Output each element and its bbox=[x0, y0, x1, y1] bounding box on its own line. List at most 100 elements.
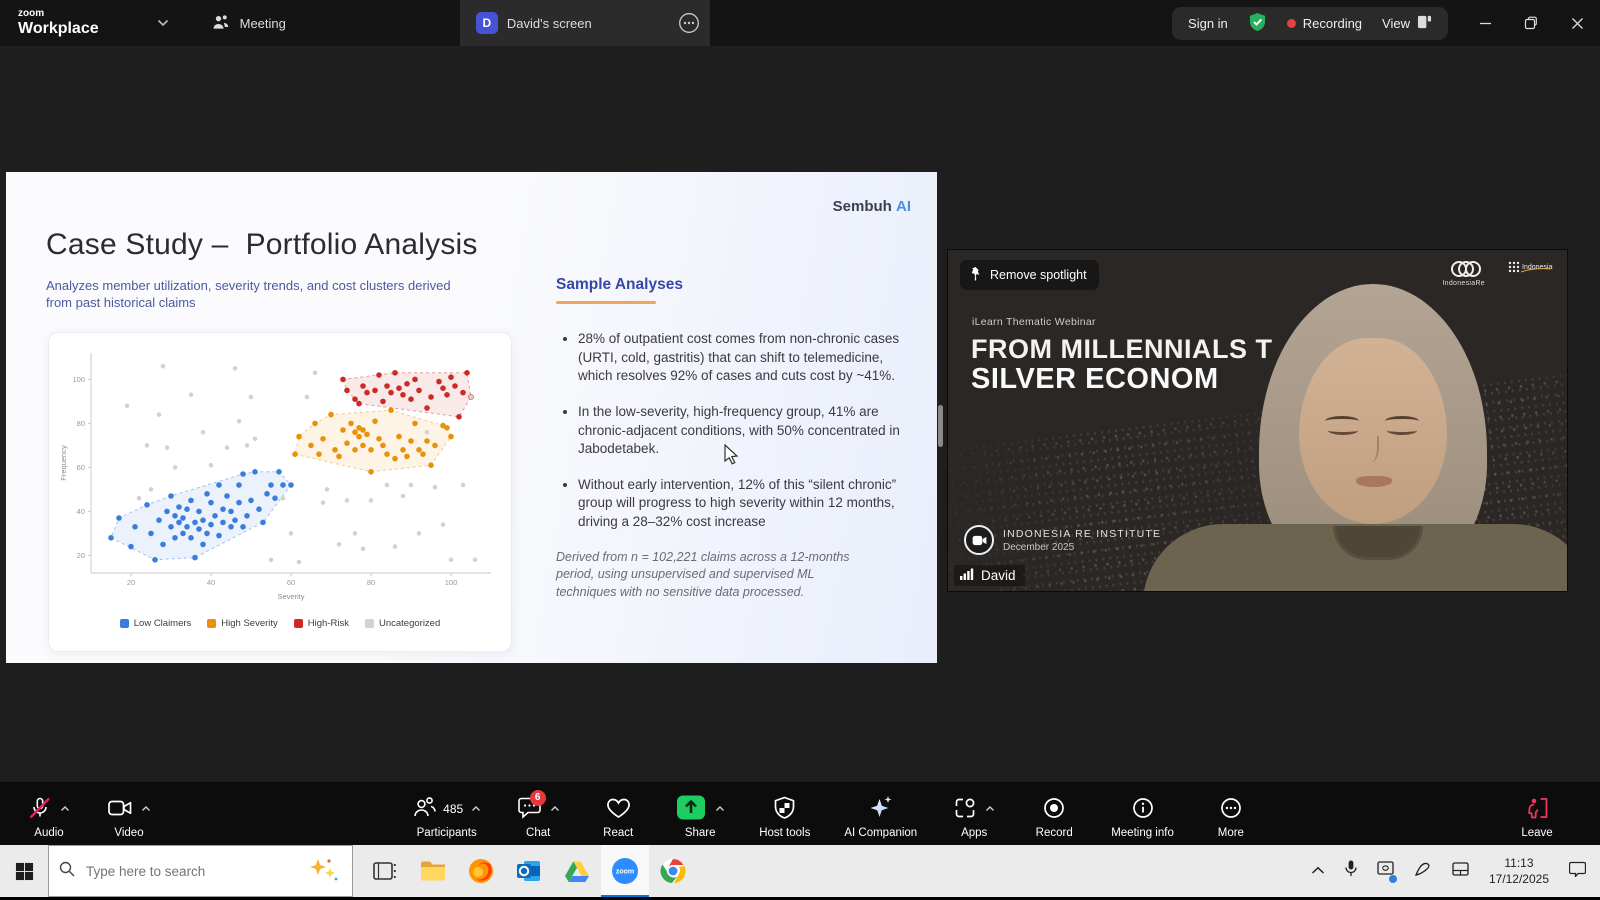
toolbar-audio-button[interactable]: Audio bbox=[26, 789, 72, 839]
person-eye bbox=[1328, 426, 1358, 435]
toolbar-chat-button[interactable]: 6 Chat bbox=[515, 789, 561, 839]
tab-options-ellipsis-icon[interactable] bbox=[678, 12, 700, 37]
svg-text:Severity: Severity bbox=[277, 592, 304, 601]
windows-taskbar: zoom 11:13 17/12/2025 bbox=[0, 845, 1600, 897]
taskbar-search[interactable] bbox=[48, 845, 353, 897]
apps-label: Apps bbox=[961, 826, 988, 839]
toolbar-react-button[interactable]: React bbox=[595, 789, 641, 839]
sembuh-ai-logo: Sembuh AI bbox=[833, 198, 911, 215]
legend-item: High-Risk bbox=[293, 618, 349, 629]
sign-in-button[interactable]: Sign in bbox=[1188, 16, 1228, 31]
svg-text:40: 40 bbox=[77, 507, 85, 516]
apps-chevron-up-icon[interactable] bbox=[985, 805, 995, 813]
legend-label: Low Claimers bbox=[133, 618, 192, 629]
sample-bullet: Without early intervention, 12% of this … bbox=[578, 476, 901, 532]
action-center-icon[interactable] bbox=[1568, 861, 1587, 882]
toolbar-share-button[interactable]: Share bbox=[675, 789, 725, 839]
apps-icon bbox=[953, 796, 977, 823]
camera-badge-icon bbox=[964, 525, 994, 555]
indonesia-re-logo: IndonesiaRe bbox=[1442, 260, 1485, 287]
remove-spotlight-label: Remove spotlight bbox=[990, 268, 1087, 282]
zoom-taskbar-icon[interactable]: zoom bbox=[601, 845, 649, 897]
toolbar-record-button[interactable]: Record bbox=[1031, 789, 1077, 839]
leave-label: Leave bbox=[1521, 826, 1553, 839]
toolbar-apps-button[interactable]: Apps bbox=[951, 789, 997, 839]
tray-screenshare-icon[interactable] bbox=[1377, 861, 1397, 883]
tray-microphone-icon[interactable] bbox=[1345, 860, 1357, 882]
recording-dot-icon bbox=[1286, 18, 1296, 28]
meeting-info-icon bbox=[1131, 796, 1155, 823]
shared-screen-slide: Sembuh AI Case Study – Portfolio Analysi… bbox=[6, 172, 937, 663]
tray-touchpad-icon[interactable] bbox=[1452, 861, 1469, 881]
person-nose bbox=[1367, 436, 1379, 462]
host-tools-icon bbox=[773, 796, 796, 823]
audio-chevron-up-icon[interactable] bbox=[60, 805, 70, 813]
person-brow bbox=[1325, 416, 1359, 426]
toolbar-meeting-info-button[interactable]: Meeting info bbox=[1111, 789, 1174, 839]
participants-icon bbox=[412, 796, 437, 822]
search-highlights-sparkle-icon[interactable] bbox=[302, 856, 342, 887]
video-chevron-up-icon[interactable] bbox=[141, 805, 151, 813]
slide-footnote: Derived from n = 102,221 claims across a… bbox=[556, 549, 850, 599]
remove-spotlight-button[interactable]: Remove spotlight bbox=[960, 260, 1099, 290]
minimize-button[interactable] bbox=[1462, 0, 1508, 46]
file-explorer-taskbar-icon[interactable] bbox=[409, 845, 457, 897]
maximize-button[interactable] bbox=[1508, 0, 1554, 46]
toolbar-leave-button[interactable]: Leave bbox=[1514, 789, 1560, 839]
audio-label: Audio bbox=[34, 826, 64, 839]
zoom-workplace-logo: zoom Workplace bbox=[18, 9, 99, 37]
shirt-collar bbox=[1333, 526, 1423, 560]
sample-bullet: 28% of outpatient cost comes from non-ch… bbox=[578, 330, 901, 386]
clock-date: 17/12/2025 bbox=[1488, 872, 1549, 886]
person-eye bbox=[1387, 426, 1417, 435]
toolbar-host-tools-button[interactable]: Host tools bbox=[759, 789, 810, 839]
sample-bullets: 28% of outpatient cost comes from non-ch… bbox=[556, 330, 901, 532]
start-button[interactable] bbox=[0, 845, 48, 897]
record-icon bbox=[1042, 796, 1066, 823]
share-chevron-up-icon[interactable] bbox=[715, 805, 725, 813]
tray-pen-icon[interactable] bbox=[1414, 861, 1432, 882]
share-icon bbox=[675, 794, 707, 824]
google-drive-taskbar-icon[interactable] bbox=[553, 845, 601, 897]
outlook-taskbar-icon[interactable] bbox=[505, 845, 553, 897]
toolbar-video-button[interactable]: Video bbox=[106, 789, 152, 839]
svg-text:20: 20 bbox=[77, 551, 85, 560]
gallery-scrollbar[interactable] bbox=[938, 405, 943, 447]
participants-chevron-up-icon[interactable] bbox=[471, 805, 481, 813]
search-input[interactable] bbox=[84, 862, 293, 880]
slide-subtitle: Analyzes member utilization, severity tr… bbox=[46, 278, 451, 310]
task-view-taskbar-icon[interactable] bbox=[361, 845, 409, 897]
titlebar-status-pill: Sign in Recording View bbox=[1172, 6, 1448, 40]
person-mouth bbox=[1356, 476, 1392, 487]
workspace-chevron-down-icon[interactable] bbox=[157, 14, 169, 32]
toolbar-participants-button[interactable]: 485 Participants bbox=[412, 789, 481, 839]
mouse-cursor bbox=[724, 443, 739, 470]
toolbar-ai-companion-button[interactable]: AI Companion bbox=[844, 789, 917, 839]
svg-text:80: 80 bbox=[77, 419, 85, 428]
participants-label: Participants bbox=[416, 826, 477, 839]
video-tile-david: iLearn Thematic Webinar FROM MILLENNIALS… bbox=[947, 249, 1568, 592]
slide-title: Case Study – Portfolio Analysis bbox=[46, 228, 478, 261]
org-name: INDONESIA RE INSTITUTE bbox=[1003, 527, 1162, 540]
svg-text:60: 60 bbox=[287, 578, 295, 587]
video-label: Video bbox=[114, 826, 144, 839]
tray-chevron-up-icon[interactable] bbox=[1311, 862, 1325, 880]
security-shield-icon[interactable] bbox=[1248, 12, 1267, 35]
close-button[interactable] bbox=[1554, 0, 1600, 46]
leave-icon bbox=[1525, 796, 1549, 823]
chat-chevron-up-icon[interactable] bbox=[550, 805, 560, 813]
search-icon bbox=[59, 861, 75, 882]
toolbar-left: Audio Video bbox=[26, 789, 152, 839]
recording-indicator[interactable]: Recording bbox=[1286, 16, 1362, 31]
view-button[interactable]: View bbox=[1382, 15, 1432, 32]
tab-davids-screen[interactable]: D David's screen bbox=[459, 0, 710, 46]
toolbar-more-button[interactable]: More bbox=[1208, 789, 1254, 839]
taskbar-clock[interactable]: 11:13 17/12/2025 bbox=[1489, 855, 1549, 887]
firefox-taskbar-icon[interactable] bbox=[457, 845, 505, 897]
chrome-taskbar-icon[interactable] bbox=[649, 845, 697, 897]
legend-swatch bbox=[119, 619, 129, 628]
audio-icon bbox=[28, 796, 52, 823]
person-brow bbox=[1385, 416, 1419, 426]
tab-meeting[interactable]: Meeting bbox=[195, 0, 302, 46]
sample-bullet: In the low-severity, high-frequency grou… bbox=[578, 403, 901, 459]
